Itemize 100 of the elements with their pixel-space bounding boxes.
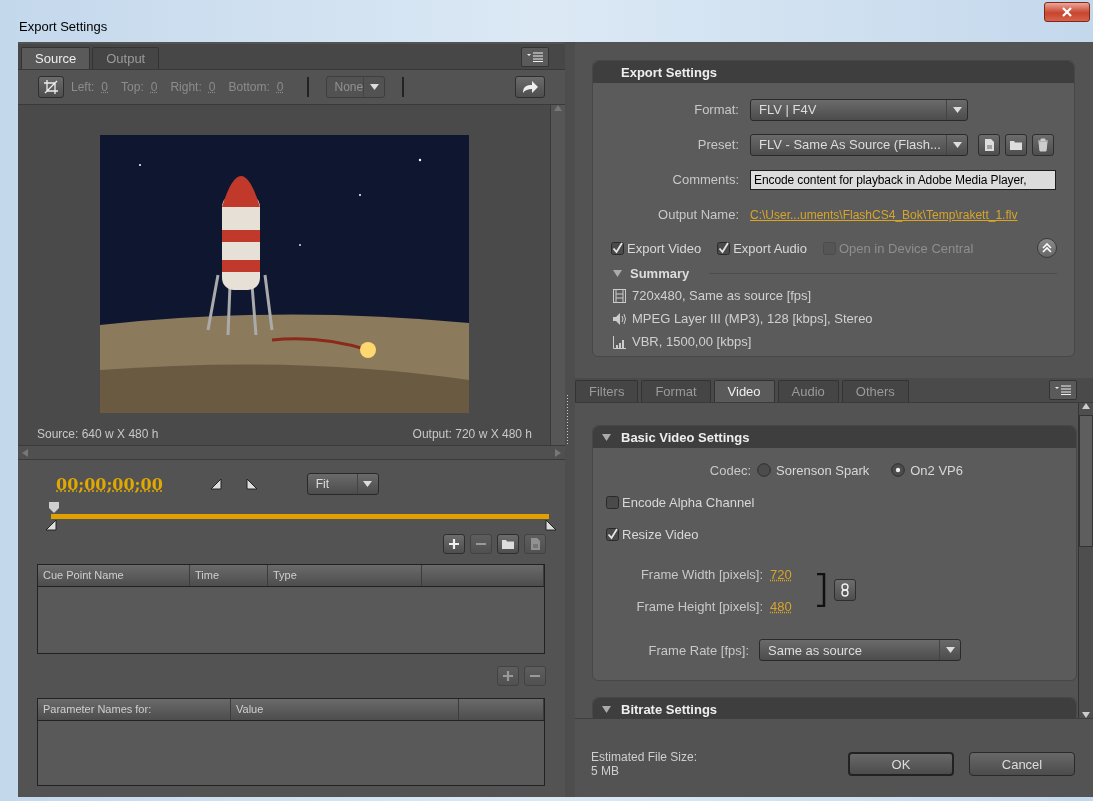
panel-menu-button[interactable] bbox=[521, 46, 549, 67]
radio-button[interactable] bbox=[757, 463, 771, 477]
collapse-button[interactable] bbox=[1037, 238, 1057, 258]
crop-label: Bottom: bbox=[228, 80, 270, 94]
source-size-label: Source: 640 w X 480 h bbox=[37, 427, 159, 441]
checkbox[interactable] bbox=[611, 241, 624, 255]
crop-label: Right: bbox=[170, 80, 202, 94]
value-field[interactable]: 480 bbox=[770, 598, 810, 614]
tab[interactable]: Video bbox=[713, 380, 775, 402]
in-point-marker[interactable] bbox=[45, 519, 57, 531]
column-header[interactable]: Cue Point Name bbox=[38, 565, 190, 586]
zoom-dropdown[interactable]: Fit bbox=[306, 473, 379, 495]
output-name-link[interactable]: C:\User...uments\FlashCS4_Bok\Temp\rakett_1.flv bbox=[750, 207, 1018, 222]
scroll-right-icon bbox=[555, 448, 561, 457]
estimate-label: Estimated File Size: bbox=[591, 750, 698, 764]
radio-label[interactable]: On2 VP6 bbox=[910, 462, 963, 478]
radio-button[interactable] bbox=[891, 463, 906, 477]
caret-icon bbox=[363, 481, 373, 487]
window-title: Export Settings bbox=[19, 19, 108, 34]
column-header[interactable]: Parameter Names for: bbox=[38, 699, 231, 720]
format-dropdown[interactable]: FLV | F4V bbox=[750, 98, 968, 121]
caret-icon bbox=[945, 647, 955, 653]
estimate-value: 5 MB bbox=[591, 764, 620, 778]
open-button[interactable] bbox=[1005, 133, 1027, 156]
constrain-button[interactable] bbox=[834, 579, 856, 601]
scroll-up-icon bbox=[554, 105, 562, 111]
scrollbar[interactable] bbox=[1078, 403, 1093, 718]
summary-text: MPEG Layer III (MP3), 128 [kbps], Stereo bbox=[632, 311, 873, 326]
delete-button[interactable] bbox=[1032, 133, 1054, 156]
value-field[interactable]: 720 bbox=[770, 566, 810, 582]
field-label: Frame Width [pixels]: bbox=[639, 566, 763, 582]
crop-label: Top: bbox=[121, 80, 144, 94]
field-label: Codec: bbox=[708, 462, 751, 478]
column-header[interactable]: Time bbox=[190, 565, 268, 586]
column-header[interactable]: Value bbox=[231, 699, 459, 720]
crop-icon bbox=[44, 80, 58, 94]
frame-rate-dropdown[interactable]: Same as source bbox=[759, 639, 961, 661]
tab[interactable]: Filters bbox=[575, 380, 639, 402]
checkbox[interactable] bbox=[717, 241, 731, 255]
checkbox-label[interactable]: Encode Alpha Channel bbox=[622, 494, 755, 510]
panel-menu-button[interactable] bbox=[1049, 380, 1077, 400]
document-icon bbox=[528, 537, 542, 551]
checkbox[interactable] bbox=[606, 495, 619, 509]
menu-icon bbox=[1055, 385, 1071, 395]
crop-button[interactable] bbox=[38, 76, 64, 98]
timecode[interactable]: 00;00;00;00 bbox=[56, 474, 163, 494]
field-label: Frame Rate [fps]: bbox=[647, 642, 749, 658]
bracket-icon bbox=[816, 573, 826, 607]
triangle-icon bbox=[209, 478, 222, 490]
out-point-marker[interactable] bbox=[545, 519, 557, 531]
scrollbar[interactable] bbox=[18, 445, 565, 460]
scroll-left-icon bbox=[22, 448, 28, 457]
checkbox[interactable] bbox=[606, 527, 619, 541]
tab[interactable]: Others bbox=[841, 380, 909, 402]
triangle-icon bbox=[245, 478, 258, 490]
caret-icon bbox=[369, 84, 379, 90]
double-chevron-up-icon bbox=[1042, 243, 1052, 253]
document-icon bbox=[982, 137, 996, 152]
tab[interactable]: Output bbox=[92, 47, 160, 69]
preset-dropdown[interactable]: FLV - Same As Source (Flash... bbox=[750, 133, 968, 156]
summary-text: VBR, 1500,00 [kbps] bbox=[632, 334, 752, 349]
splitter-grip-icon[interactable] bbox=[566, 394, 569, 445]
checkbox-label[interactable]: Resize Video bbox=[622, 526, 699, 542]
checkbox-label[interactable]: Export Audio bbox=[733, 240, 807, 256]
open-button[interactable] bbox=[497, 534, 519, 554]
trash-icon bbox=[1037, 137, 1049, 152]
comments-field[interactable]: Encode content for playback in Adobe Media Player, bbox=[750, 169, 1056, 190]
curved-arrow-icon bbox=[522, 80, 538, 94]
tab[interactable]: Source bbox=[21, 47, 91, 69]
section-title[interactable]: Summary bbox=[630, 265, 690, 281]
field-label: Preset: bbox=[696, 137, 739, 152]
tab[interactable]: Audio bbox=[777, 380, 839, 402]
crop-label: Left: bbox=[71, 80, 95, 94]
radio-label[interactable]: Sorenson Spark bbox=[776, 462, 870, 478]
close-icon bbox=[1062, 7, 1072, 17]
plus-icon bbox=[501, 669, 515, 683]
section-title[interactable]: Bitrate Settings bbox=[621, 701, 718, 717]
column-header[interactable]: Type bbox=[268, 565, 422, 586]
section-title[interactable]: Basic Video Settings bbox=[621, 429, 750, 445]
dialog-button[interactable]: Cancel bbox=[969, 752, 1075, 776]
save-button[interactable] bbox=[978, 133, 1000, 156]
checkbox-label[interactable]: Export Video bbox=[627, 240, 702, 256]
speaker-icon bbox=[613, 311, 627, 326]
arrow-button[interactable] bbox=[515, 76, 545, 98]
film-icon bbox=[613, 288, 627, 303]
field-label: Output Name: bbox=[657, 207, 739, 222]
caret-icon bbox=[952, 106, 962, 113]
field-label: Comments: bbox=[671, 172, 739, 187]
bar-chart-icon bbox=[613, 334, 627, 349]
scrollbar[interactable] bbox=[550, 105, 565, 445]
dialog-button[interactable]: OK bbox=[848, 752, 954, 776]
field-label: Format: bbox=[693, 102, 739, 117]
plus-icon bbox=[447, 537, 461, 551]
close-button[interactable] bbox=[1044, 2, 1090, 22]
caret-icon bbox=[952, 141, 962, 148]
playhead[interactable] bbox=[49, 502, 59, 513]
add-button[interactable] bbox=[443, 534, 465, 554]
output-size-label: Output: 720 w X 480 h bbox=[412, 427, 532, 441]
tab[interactable]: Format bbox=[641, 380, 711, 402]
panel-title: Export Settings bbox=[593, 61, 1074, 83]
